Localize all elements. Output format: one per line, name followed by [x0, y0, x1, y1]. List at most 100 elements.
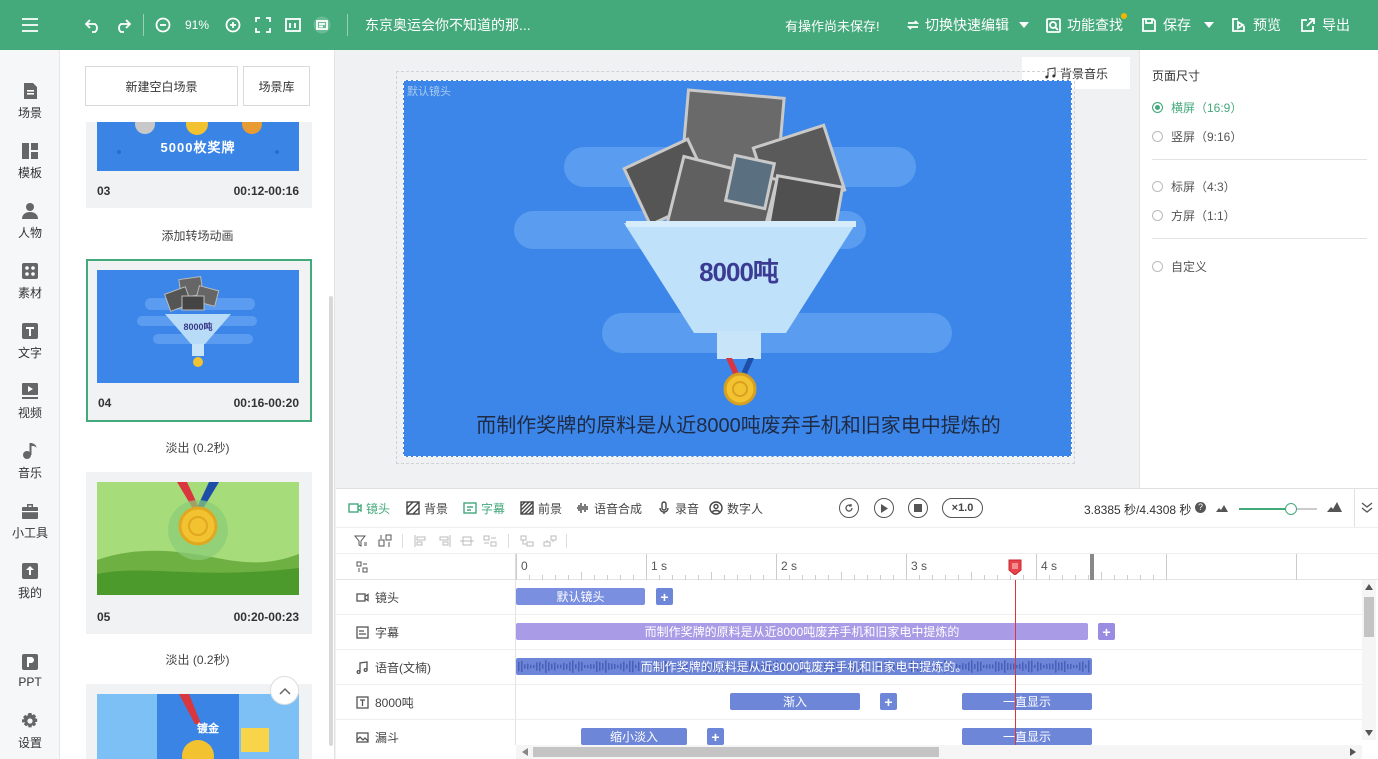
filter-icon[interactable] [354, 534, 368, 548]
zoom-in-icon[interactable] [225, 0, 241, 50]
feature-search-button[interactable]: 功能查找 [1046, 0, 1123, 50]
radio-landscape[interactable]: 横屏（16:9） [1152, 99, 1242, 116]
stage[interactable]: 8000吨 而制作奖牌的原料是从近8000吨废弃手机和旧家电中提炼的 默认镜头 [403, 80, 1072, 457]
sidebar-item-video[interactable]: 视频 [0, 374, 60, 428]
distribute-icon[interactable] [483, 535, 497, 547]
zoom-out-icon[interactable] [155, 0, 171, 50]
playhead-handle[interactable] [1008, 559, 1022, 576]
sidebar-item-text[interactable]: 文字 [0, 314, 60, 368]
clip-fade-in[interactable]: 渐入 [730, 693, 860, 710]
tab-foreground[interactable]: 前景 [520, 489, 562, 527]
transition-label[interactable]: 淡出 (0.2秒) [60, 439, 334, 456]
tab-tts[interactable]: 语音合成 [576, 489, 642, 527]
fullscreen-icon[interactable] [255, 0, 271, 50]
radio-portrait[interactable]: 竖屏（9:16） [1152, 128, 1242, 145]
align-right-icon[interactable] [460, 535, 474, 547]
sidebar-item-toolbox[interactable]: 小工具 [0, 494, 60, 548]
scroll-down-arrow-icon[interactable] [1365, 730, 1373, 736]
sidebar-item-material[interactable]: 素材 [0, 254, 60, 308]
tab-subtitle[interactable]: 字幕 [463, 489, 505, 527]
time-ruler[interactable]: 0 1 s 2 s 3 s 4 s [516, 554, 1378, 580]
zoom-out-timeline-icon[interactable] [1216, 504, 1228, 512]
horizontal-scroll-thumb[interactable] [533, 747, 939, 757]
ungroup-icon[interactable] [543, 535, 557, 547]
subtitle-toggle-icon[interactable] [313, 0, 331, 50]
preview-button[interactable]: 预览 [1232, 0, 1281, 50]
track-row-subtitle[interactable]: 字幕 而制作奖牌的原料是从近8000吨废弃手机和旧家电中提炼的 + [336, 615, 1366, 650]
scene-card-05[interactable]: 05 00:20-00:23 [86, 472, 312, 634]
clip-always-show[interactable]: 一直显示 [962, 728, 1092, 745]
vertical-scroll-thumb[interactable] [1364, 597, 1374, 637]
sidebar-item-template[interactable]: 模板 [0, 134, 60, 188]
timeline-horizontal-scrollbar[interactable] [516, 745, 1362, 759]
scene-library-button[interactable]: 场景库 [243, 66, 310, 106]
collapse-chevrons-icon[interactable] [1361, 502, 1373, 514]
radio-square[interactable]: 方屏（1:1） [1152, 207, 1236, 224]
actual-size-icon[interactable] [285, 0, 301, 50]
timeline-vertical-scrollbar[interactable] [1362, 580, 1376, 740]
tab-record[interactable]: 录音 [657, 489, 699, 527]
radio-standard[interactable]: 标屏（4:3） [1152, 178, 1236, 195]
quick-edit-button[interactable]: 切换快速编辑 [907, 0, 1009, 50]
timeline-zoom-track[interactable] [1239, 503, 1317, 515]
add-clip-button[interactable]: + [656, 588, 673, 605]
sidebar-item-scene[interactable]: 场景 [0, 74, 60, 128]
track-row-voice[interactable]: 语音(文楠) 而制作奖牌的原料是从近8000吨废弃手机和旧家电中提炼的。 [336, 650, 1366, 685]
headline-text[interactable]: 8000吨 [404, 252, 1071, 289]
zoom-in-timeline-icon[interactable] [1327, 502, 1342, 512]
tab-background[interactable]: 背景 [406, 489, 448, 527]
quick-edit-dropdown-icon[interactable] [1019, 0, 1029, 50]
hamburger-icon[interactable] [0, 0, 60, 50]
speed-button[interactable]: ×1.0 [942, 498, 983, 518]
new-blank-scene-button[interactable]: 新建空白场景 [85, 66, 238, 106]
stop-button[interactable] [908, 498, 928, 518]
track-row-8000[interactable]: 8000吨 渐入 + 一直显示 [336, 685, 1366, 720]
scroll-up-arrow-icon[interactable] [1365, 584, 1373, 590]
add-transition-link[interactable]: 添加转场动画 [60, 227, 334, 244]
group-icon[interactable] [520, 535, 534, 547]
video-icon [21, 382, 39, 400]
add-clip-button[interactable]: + [1098, 623, 1115, 640]
clip-default-lens[interactable]: 默认镜头 [516, 588, 645, 605]
subtitle-text[interactable]: 而制作奖牌的原料是从近8000吨废弃手机和旧家电中提炼的 [404, 409, 1071, 438]
clip-voice[interactable]: 而制作奖牌的原料是从近8000吨废弃手机和旧家电中提炼的。 [516, 658, 1092, 675]
scroll-right-arrow-icon[interactable] [1350, 748, 1356, 756]
scroll-top-button[interactable] [270, 676, 299, 705]
sidebar-item-mine[interactable]: 我的 [0, 554, 60, 608]
radio-custom[interactable]: 自定义 [1152, 258, 1207, 275]
clip-subtitle[interactable]: 而制作奖牌的原料是从近8000吨废弃手机和旧家电中提炼的 [516, 623, 1088, 640]
play-button[interactable] [874, 498, 894, 518]
track-layout-icon[interactable] [356, 561, 368, 573]
scene-card-03[interactable]: 5000枚奖牌 03 00:12-00:16 [86, 122, 312, 208]
scene-card-04[interactable]: 8000吨 04 00:16-00:20 [86, 259, 312, 422]
add-clip-button[interactable]: + [880, 693, 897, 710]
sidebar-item-settings[interactable]: 设置 [0, 704, 60, 758]
replay-button[interactable] [839, 498, 859, 518]
clip-always-show[interactable]: 一直显示 [962, 693, 1092, 710]
sidebar-item-music[interactable]: 音乐 [0, 434, 60, 488]
timeline-zoom-thumb[interactable] [1285, 503, 1297, 515]
save-button[interactable]: 保存 [1142, 0, 1191, 50]
scene-list-scrollbar[interactable] [329, 296, 333, 746]
sidebar-item-person[interactable]: 人物 [0, 194, 60, 248]
align-left-icon[interactable] [414, 535, 428, 547]
help-icon[interactable]: ? [1195, 502, 1206, 513]
ruler-subtick [581, 572, 582, 580]
clip-shrink-fade-in[interactable]: 缩小淡入 [581, 728, 687, 745]
redo-icon[interactable] [114, 0, 132, 50]
arrange-icon[interactable] [378, 534, 392, 548]
save-dropdown-icon[interactable] [1204, 0, 1214, 50]
undo-icon[interactable] [84, 0, 102, 50]
track-row-lens[interactable]: 镜头 默认镜头 + [336, 580, 1366, 615]
tab-digital-human[interactable]: 数字人 [709, 489, 763, 527]
scroll-left-arrow-icon[interactable] [522, 748, 528, 756]
track-label: 语音(文楠) [356, 650, 431, 685]
align-center-icon[interactable] [437, 535, 451, 547]
sidebar-item-ppt[interactable]: PPT [0, 644, 60, 698]
transition-label[interactable]: 淡出 (0.2秒) [60, 651, 334, 668]
track-row-funnel[interactable]: 漏斗 缩小淡入 + 一直显示 [336, 720, 1366, 745]
tab-lens[interactable]: 镜头 [348, 489, 390, 527]
export-button[interactable]: 导出 [1301, 0, 1350, 50]
add-clip-button[interactable]: + [707, 728, 724, 745]
project-title[interactable]: 东京奥运会你不知道的那... [365, 0, 531, 50]
